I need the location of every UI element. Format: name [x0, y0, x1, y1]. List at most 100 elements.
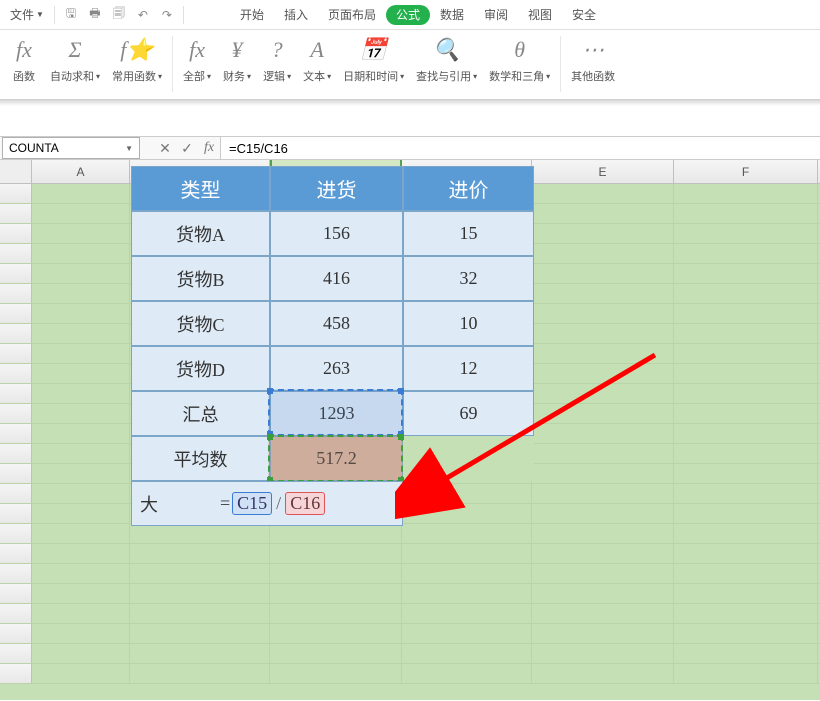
datetime-button[interactable]: 📅 日期和时间▾ — [337, 36, 410, 84]
cell[interactable] — [130, 564, 270, 583]
cell[interactable] — [270, 544, 402, 563]
cell[interactable] — [674, 364, 818, 383]
cell[interactable] — [32, 564, 130, 583]
cell[interactable] — [270, 644, 402, 663]
table-cell[interactable]: 10 — [403, 301, 534, 346]
cell[interactable] — [32, 244, 130, 263]
cell[interactable] — [130, 664, 270, 683]
row-header[interactable] — [0, 404, 32, 423]
cell[interactable] — [674, 384, 818, 403]
tab-review[interactable]: 审阅 — [474, 0, 518, 30]
row-header[interactable] — [0, 364, 32, 383]
cell[interactable] — [32, 444, 130, 463]
cell[interactable] — [32, 224, 130, 243]
table-cell[interactable]: 汇总 — [131, 391, 270, 436]
cell[interactable] — [402, 504, 532, 523]
table-cell[interactable]: 货物D — [131, 346, 270, 391]
row-header[interactable] — [0, 544, 32, 563]
autosum-button[interactable]: Σ 自动求和▾ — [44, 36, 106, 84]
row-header[interactable] — [0, 384, 32, 403]
cell[interactable] — [32, 424, 130, 443]
cell[interactable] — [32, 324, 130, 343]
grid-row[interactable] — [0, 484, 820, 504]
table-cell[interactable]: 263 — [270, 346, 403, 391]
lookup-button[interactable]: 🔍 查找与引用▾ — [410, 36, 483, 84]
row-header[interactable] — [0, 244, 32, 263]
row-header[interactable] — [0, 184, 32, 203]
row-header[interactable] — [0, 284, 32, 303]
row-header[interactable] — [0, 464, 32, 483]
cell[interactable] — [402, 664, 532, 683]
cell[interactable] — [532, 184, 674, 203]
cell[interactable] — [32, 524, 130, 543]
cell[interactable] — [32, 484, 130, 503]
row-header[interactable] — [0, 304, 32, 323]
cell[interactable] — [674, 564, 818, 583]
table-cell[interactable]: 货物A — [131, 211, 270, 256]
cell[interactable] — [270, 584, 402, 603]
cell[interactable] — [674, 264, 818, 283]
cell[interactable] — [674, 224, 818, 243]
table-cell[interactable]: 458 — [270, 301, 403, 346]
cell[interactable] — [32, 344, 130, 363]
cell[interactable] — [32, 604, 130, 623]
row-header[interactable] — [0, 424, 32, 443]
row-header[interactable] — [0, 204, 32, 223]
save-icon[interactable]: 🖫 — [59, 4, 83, 26]
active-edit-cell[interactable]: 大 = C15 / C16 — [131, 481, 403, 526]
enter-icon[interactable]: ✓ — [176, 140, 198, 157]
row-header[interactable] — [0, 224, 32, 243]
cell[interactable] — [674, 484, 818, 503]
grid-row[interactable] — [0, 604, 820, 624]
cell[interactable] — [32, 504, 130, 523]
cell[interactable] — [532, 504, 674, 523]
grid-row[interactable] — [0, 584, 820, 604]
cell[interactable] — [532, 464, 674, 483]
cell[interactable] — [674, 204, 818, 223]
cell[interactable] — [532, 364, 674, 383]
cell[interactable] — [532, 624, 674, 643]
cell[interactable] — [270, 624, 402, 643]
cell[interactable] — [674, 304, 818, 323]
cell[interactable] — [32, 364, 130, 383]
row-header[interactable] — [0, 604, 32, 623]
cell[interactable] — [674, 544, 818, 563]
cell[interactable] — [674, 404, 818, 423]
formula-input[interactable] — [220, 137, 820, 159]
cell[interactable] — [402, 604, 532, 623]
cell[interactable] — [130, 644, 270, 663]
cell[interactable] — [130, 544, 270, 563]
undo-icon[interactable]: ↶ — [131, 4, 155, 26]
all-functions-button[interactable]: fx 全部▾ — [177, 36, 217, 84]
cell[interactable] — [402, 584, 532, 603]
cell[interactable] — [674, 244, 818, 263]
tab-data[interactable]: 数据 — [430, 0, 474, 30]
cell[interactable] — [674, 184, 818, 203]
cell[interactable] — [402, 644, 532, 663]
cell[interactable] — [402, 484, 532, 503]
cell[interactable] — [532, 324, 674, 343]
cell[interactable] — [270, 524, 402, 543]
row-header[interactable] — [0, 444, 32, 463]
table-header[interactable]: 进价 — [403, 166, 534, 211]
text-button[interactable]: A 文本▾ — [297, 36, 337, 84]
cell[interactable] — [532, 664, 674, 683]
cell[interactable] — [270, 604, 402, 623]
cell[interactable] — [32, 464, 130, 483]
cell[interactable] — [674, 324, 818, 343]
cell[interactable] — [32, 664, 130, 683]
row-header[interactable] — [0, 264, 32, 283]
col-header[interactable]: E — [532, 160, 674, 183]
col-header[interactable]: A — [32, 160, 130, 183]
table-header[interactable]: 进货 — [270, 166, 403, 211]
table-header[interactable]: 类型 — [131, 166, 270, 211]
table-cell[interactable]: 货物B — [131, 256, 270, 301]
cell[interactable] — [32, 584, 130, 603]
table-cell[interactable]: 货物C — [131, 301, 270, 346]
cell[interactable] — [532, 564, 674, 583]
cell[interactable] — [674, 524, 818, 543]
cell[interactable] — [532, 204, 674, 223]
cancel-icon[interactable]: ✕ — [154, 140, 176, 157]
cell[interactable] — [532, 284, 674, 303]
grid-row[interactable] — [0, 504, 820, 524]
